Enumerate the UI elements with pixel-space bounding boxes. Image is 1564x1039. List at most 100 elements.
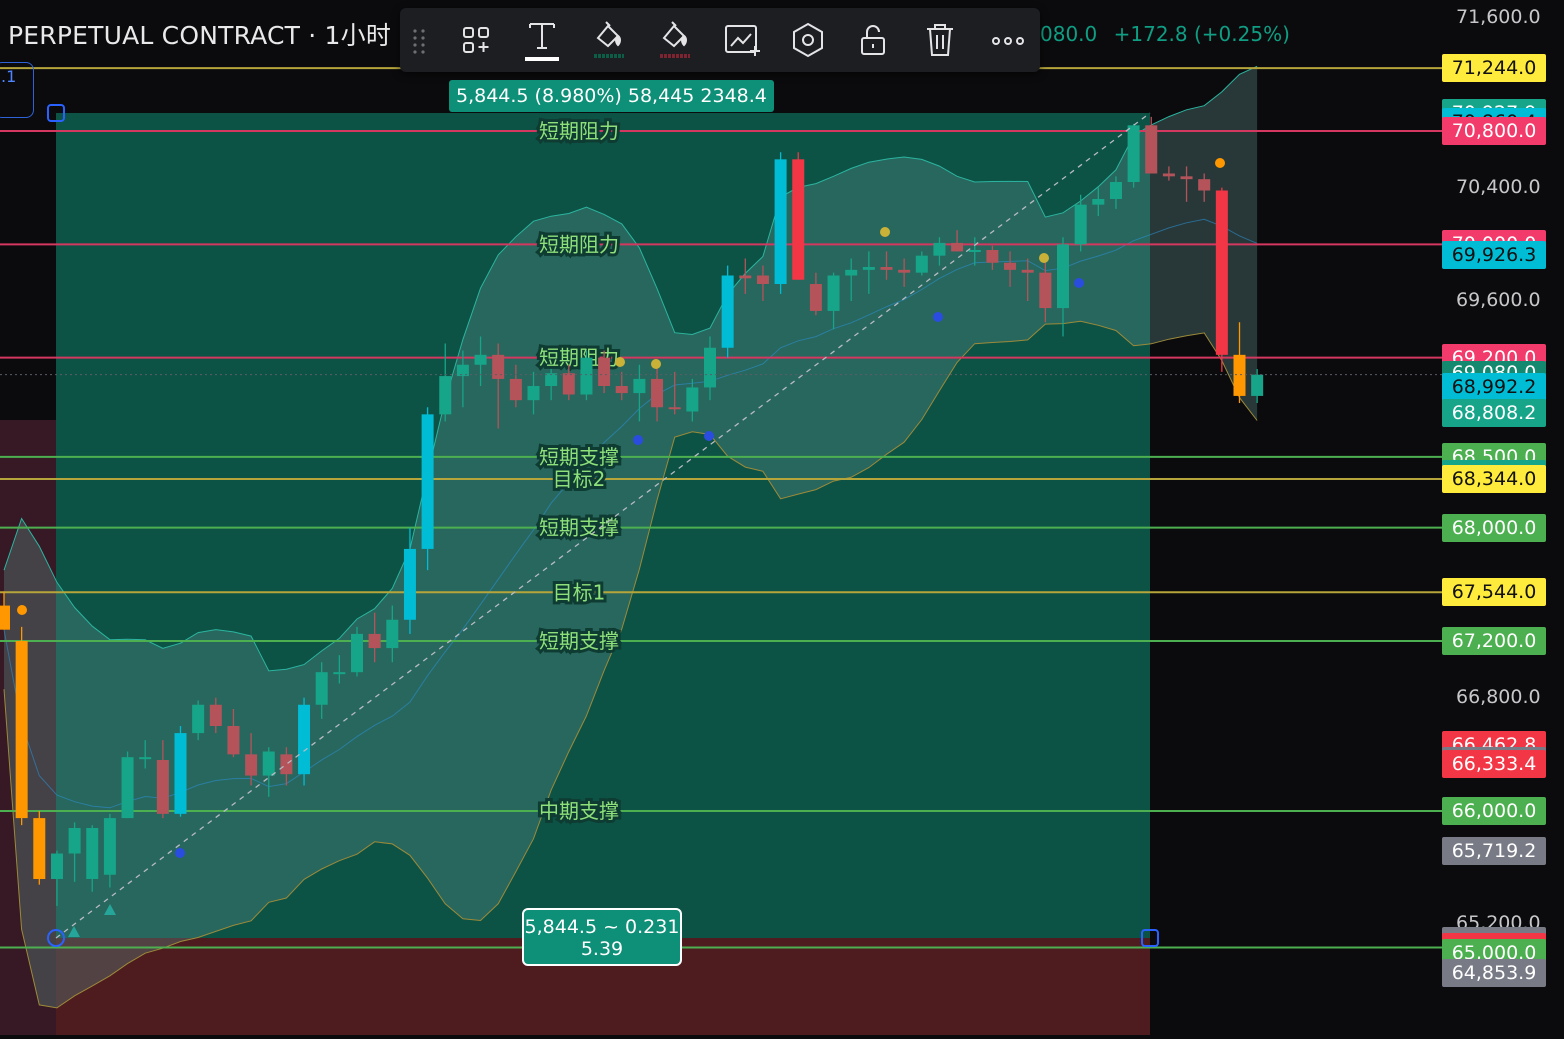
- unlock-icon[interactable]: [852, 18, 896, 62]
- candle-body[interactable]: [1057, 244, 1069, 309]
- price-tag[interactable]: 66,000.0: [1442, 797, 1546, 826]
- candle-body[interactable]: [774, 159, 787, 285]
- candle-body[interactable]: [686, 387, 699, 412]
- candle-body[interactable]: [227, 726, 240, 755]
- candle-body[interactable]: [139, 757, 152, 760]
- candle-body[interactable]: [898, 269, 911, 273]
- candle-body[interactable]: [245, 754, 258, 776]
- price-tag[interactable]: 68,992.2: [1442, 373, 1546, 402]
- candle-body[interactable]: [1215, 190, 1228, 355]
- candle-body[interactable]: [986, 250, 999, 263]
- candle-body[interactable]: [492, 354, 505, 379]
- candle-body[interactable]: [862, 267, 875, 270]
- candle-body[interactable]: [1198, 179, 1211, 191]
- candle-body[interactable]: [280, 754, 293, 775]
- candle-body[interactable]: [633, 378, 646, 394]
- candle-body[interactable]: [403, 548, 416, 620]
- candle-body[interactable]: [527, 386, 540, 401]
- candle-body[interactable]: [1162, 173, 1175, 177]
- candle-body[interactable]: [209, 704, 222, 727]
- candle-body[interactable]: [1233, 354, 1246, 396]
- candle-body[interactable]: [421, 414, 434, 549]
- candle-body[interactable]: [192, 704, 205, 734]
- candle-body[interactable]: [1109, 182, 1122, 200]
- candle-body[interactable]: [968, 250, 981, 253]
- price-tag[interactable]: 71,244.0: [1442, 54, 1546, 83]
- delete-icon[interactable]: [918, 18, 962, 62]
- candle-body[interactable]: [615, 386, 628, 394]
- candle-body[interactable]: [86, 828, 99, 880]
- chart-area[interactable]: 短期阻力 短期阻力 短期阻力 短期支撑 目标2 短期支撑 目标1 短期支撑 中期支撑: [0, 0, 1564, 1035]
- candle-body[interactable]: [1021, 269, 1034, 273]
- line-color-icon[interactable]: [652, 18, 696, 62]
- candle-body[interactable]: [1145, 125, 1158, 174]
- candle-body[interactable]: [1039, 272, 1052, 309]
- candle-body[interactable]: [315, 672, 328, 705]
- candle-body[interactable]: [562, 373, 575, 395]
- candle-body[interactable]: [298, 704, 311, 775]
- price-tag[interactable]: 68,000.0: [1442, 513, 1546, 542]
- candle-body[interactable]: [651, 378, 664, 408]
- candle-body[interactable]: [1127, 125, 1140, 183]
- candle-body[interactable]: [580, 357, 593, 395]
- fill-color-icon[interactable]: [586, 18, 630, 62]
- drawing-tab-fragment[interactable]: .1: [0, 62, 34, 118]
- candle-body[interactable]: [368, 633, 381, 649]
- candle-body[interactable]: [509, 378, 522, 401]
- candle-body[interactable]: [1180, 176, 1193, 180]
- price-tag[interactable]: 70,800.0: [1442, 117, 1546, 145]
- candle-body[interactable]: [174, 733, 187, 814]
- candle-body[interactable]: [1004, 262, 1017, 270]
- candle-body[interactable]: [915, 255, 928, 273]
- candle-body[interactable]: [668, 407, 681, 410]
- price-tag[interactable]: 68,344.0: [1442, 464, 1546, 493]
- candle-body[interactable]: [68, 828, 81, 854]
- candle-body[interactable]: [827, 275, 840, 311]
- price-tag[interactable]: 66,333.4: [1442, 749, 1546, 778]
- candle-body[interactable]: [33, 818, 46, 880]
- candle-body[interactable]: [880, 267, 893, 270]
- candle-body[interactable]: [1092, 199, 1105, 205]
- text-tool-icon[interactable]: [520, 18, 564, 62]
- candle-body[interactable]: [351, 633, 363, 673]
- candle-body[interactable]: [809, 284, 822, 311]
- price-tag[interactable]: 67,544.0: [1442, 578, 1546, 607]
- chart-template-icon[interactable]: [720, 18, 764, 62]
- candle-body[interactable]: [721, 275, 734, 348]
- price-tag[interactable]: 68,808.2: [1442, 399, 1546, 428]
- candle-body[interactable]: [474, 354, 487, 365]
- candle-body[interactable]: [386, 619, 399, 649]
- candle-body[interactable]: [1074, 204, 1087, 245]
- candle-body[interactable]: [333, 672, 346, 675]
- measure-bottom-line1: 5,844.5 ~ 0.231: [524, 916, 680, 938]
- candle-body[interactable]: [951, 242, 964, 252]
- candle-body[interactable]: [156, 760, 169, 814]
- candle-body[interactable]: [756, 275, 769, 285]
- candle-body[interactable]: [0, 605, 10, 630]
- drag-handle-icon[interactable]: [412, 28, 426, 54]
- candle-body[interactable]: [933, 242, 946, 256]
- more-icon[interactable]: [986, 18, 1030, 62]
- candle-body[interactable]: [456, 364, 469, 377]
- chart-canvas[interactable]: 短期阻力短期阻力短期阻力短期支撑目标2短期支撑目标1短期支撑中期支撑: [0, 0, 1564, 1035]
- settings-icon[interactable]: [786, 18, 830, 62]
- add-to-favorites-icon[interactable]: [454, 18, 498, 62]
- price-tag[interactable]: 64,853.9: [1442, 959, 1546, 988]
- candle-body[interactable]: [50, 853, 63, 880]
- price-tag[interactable]: 65,719.2: [1442, 836, 1546, 865]
- candle-body[interactable]: [704, 347, 716, 388]
- candle-body[interactable]: [121, 757, 134, 819]
- candle-body[interactable]: [1251, 374, 1264, 396]
- candle-body[interactable]: [598, 357, 611, 387]
- candle-body[interactable]: [739, 275, 752, 279]
- symbol-title[interactable]: PERPETUAL CONTRACT · 1小时 ·: [8, 16, 407, 52]
- candle-body[interactable]: [15, 641, 28, 819]
- price-tag-value: 70,800.0: [1451, 120, 1537, 142]
- candle-body[interactable]: [792, 159, 805, 280]
- candle-body[interactable]: [439, 376, 452, 415]
- candle-body[interactable]: [845, 269, 858, 276]
- candle-body[interactable]: [262, 751, 275, 776]
- price-tag[interactable]: 69,926.3: [1442, 240, 1546, 269]
- price-tag[interactable]: 67,200.0: [1442, 627, 1546, 655]
- candle-body[interactable]: [103, 818, 116, 875]
